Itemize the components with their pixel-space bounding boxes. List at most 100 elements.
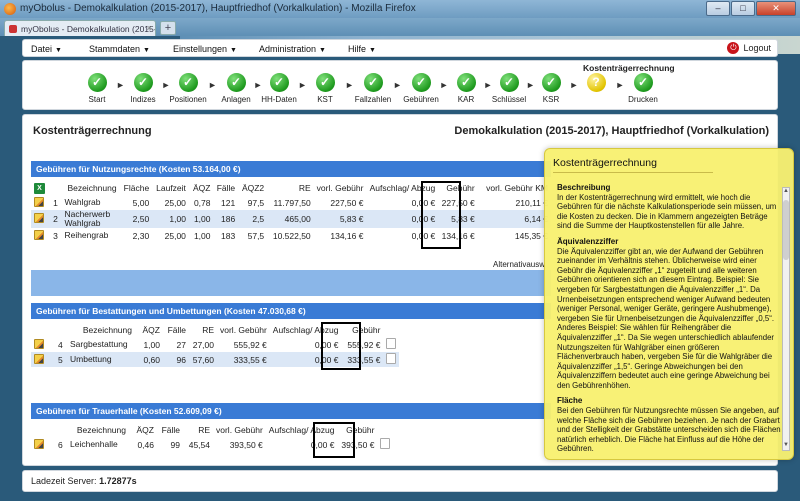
info-cell[interactable] — [377, 437, 393, 452]
check-icon: ✓ — [499, 73, 519, 92]
check-icon: ✓ — [456, 73, 476, 92]
cell-faelle: 183 — [220, 230, 236, 241]
column-header: Aufschlag/ Abzug — [269, 323, 342, 337]
menu-administration[interactable]: Administration ▼ — [259, 44, 326, 54]
cell-vorl: 5,83 € — [313, 210, 367, 228]
edit-cell[interactable] — [31, 195, 50, 210]
cell-vorl: 227,50 € — [330, 197, 364, 208]
column-header: Fläche — [119, 181, 153, 195]
tooltip-body: Beschreibung In der Kostenträgerrechnung … — [557, 183, 781, 455]
help-tooltip: Kostenträgerrechnung Beschreibung In der … — [544, 148, 794, 460]
column-header: vorl. Gebühr — [217, 323, 270, 337]
info-cell[interactable] — [383, 337, 399, 352]
check-icon: ✓ — [269, 73, 289, 92]
cell-laufzeit: 1,00 — [152, 210, 189, 228]
scroll-thumb[interactable] — [783, 200, 789, 260]
alternative-label: Alternativausw — [493, 260, 546, 269]
firefox-icon — [4, 3, 16, 15]
tooltip-section-text: In der Kostenträgerrechnung wird ermitte… — [557, 192, 777, 231]
cell-flaeche: 5,00 — [132, 197, 150, 208]
cell-aqz: 1,00 — [143, 339, 160, 350]
edit-icon[interactable] — [34, 213, 44, 223]
edit-cell[interactable] — [31, 228, 50, 243]
close-window-button[interactable]: ✕ — [756, 1, 796, 16]
edit-cell[interactable] — [31, 210, 51, 228]
cell-geb: 393,50 € — [341, 439, 375, 450]
process-wizard: Kostenträgerrechnung ✓ Start ► ✓ Indizes ► ✓ Po… — [22, 60, 778, 110]
chevron-down-icon: ▼ — [369, 47, 376, 54]
info-checkbox[interactable] — [386, 353, 397, 364]
column-header: Fälle — [213, 181, 239, 195]
cell-geb: 134,16 € — [441, 230, 475, 241]
menu-hilfe[interactable]: Hilfe ▼ — [348, 44, 376, 54]
cell-faelle: 121 — [220, 197, 236, 208]
column-header: Bezeichnung — [61, 181, 120, 195]
edit-icon[interactable] — [34, 438, 44, 449]
cell-vorl: 393,50 € — [229, 439, 263, 450]
section-header-nutzungsrechte: Gebühren für Nutzungsrechte (Kosten 53.1… — [31, 161, 551, 177]
table-row: 2 Nacherwerb Wahlgrab 2,50 1,00 1,00 186 2,5 46… — [31, 210, 551, 228]
cell-re: 465,00 — [267, 210, 314, 228]
cell-n: 2 — [50, 210, 62, 228]
new-tab-button[interactable]: + — [160, 21, 176, 35]
tooltip-section-heading: Beschreibung — [557, 183, 611, 192]
menu-datei[interactable]: Datei ▼ — [31, 44, 62, 54]
browser-tab[interactable]: myObolus - Demokalkulation (2015-... × — [4, 20, 156, 36]
check-icon: ✓ — [226, 73, 246, 92]
column-header: ÄQZ — [135, 323, 163, 337]
cell-faelle: 186 — [213, 210, 239, 228]
minimize-button[interactable]: – — [706, 1, 730, 16]
cell-n: 1 — [53, 197, 58, 208]
scroll-up-icon[interactable]: ▲ — [783, 188, 789, 196]
tooltip-title: Kostenträgerrechnung — [553, 157, 713, 173]
cell-km: 6,14 € — [477, 210, 551, 228]
column-header: ÄQZ2 — [238, 181, 268, 195]
table-row: 4 Sargbestattung 1,00 27 27,00 555,92 € 0,00 €… — [31, 337, 399, 352]
tooltip-section-text: Die Äquivalenzziffer gibt an, wie der Au… — [557, 246, 774, 390]
table-nutzungsrechte: X Bezeichnung Fläche Laufzeit ÄQZ Fälle … — [31, 181, 551, 243]
wizard-step-label: KSR — [542, 95, 560, 104]
window-controls: – □ ✕ — [706, 1, 796, 16]
logout-button[interactable]: ⏻ Logout — [727, 42, 771, 54]
info-checkbox[interactable] — [380, 438, 391, 449]
check-icon: ✓ — [315, 73, 335, 92]
info-checkbox[interactable] — [386, 338, 397, 349]
column-header: RE — [189, 323, 217, 337]
column-header: ÄQZ — [188, 181, 214, 195]
menu-einstellungen[interactable]: Einstellungen ▼ — [173, 44, 237, 54]
cell-auf: 0,00 € — [366, 210, 439, 228]
edit-icon[interactable] — [34, 353, 44, 364]
tab-close-icon[interactable]: × — [147, 23, 152, 33]
edit-icon[interactable] — [34, 338, 44, 349]
cell-name: Sargbestattung — [70, 339, 128, 349]
edit-cell[interactable] — [31, 337, 55, 352]
window-title: myObolus - Demokalkulation (2015-2017), … — [20, 3, 416, 14]
edit-icon[interactable] — [34, 229, 44, 240]
active-step-title: Kostenträgerrechnung — [583, 63, 675, 73]
scroll-down-icon[interactable]: ▼ — [783, 442, 789, 450]
cell-n: 6 — [58, 439, 63, 450]
tooltip-section-heading: Fläche — [557, 396, 583, 406]
tooltip-scrollbar[interactable]: ▲ ▼ — [782, 187, 790, 451]
column-header: RE — [183, 423, 213, 437]
edit-cell[interactable] — [31, 352, 55, 367]
maximize-button[interactable]: □ — [731, 1, 755, 16]
cell-name: Wahlgrab — [64, 197, 101, 207]
table-trauerhalle: Bezeichnung ÄQZ Fälle RE vorl. Gebühr Au… — [31, 423, 394, 452]
menu-stammdaten[interactable]: Stammdaten ▼ — [89, 44, 150, 54]
load-time-value: 1.72877s — [99, 476, 137, 486]
info-cell[interactable] — [383, 352, 400, 367]
edit-icon[interactable] — [34, 196, 44, 207]
cell-re: 11.797,50 — [273, 197, 311, 208]
edit-cell[interactable] — [31, 437, 55, 452]
cell-aqz: 0,60 — [135, 352, 163, 367]
cell-geb: 5,83 € — [438, 210, 478, 228]
wizard-step[interactable]: ✓ Drucken — [613, 73, 673, 104]
cell-vorl: 134,16 € — [330, 230, 364, 241]
cell-aqz2: 97,5 — [247, 197, 265, 208]
section-header-bestattungen: Gebühren für Bestattungen und Umbettunge… — [31, 303, 551, 319]
excel-export[interactable]: X — [31, 181, 51, 195]
tab-bar: myObolus - Demokalkulation (2015-... × + — [0, 18, 800, 54]
column-header: vorl. Gebühr — [313, 181, 367, 195]
cell-re: 10.522,50 — [272, 230, 311, 241]
